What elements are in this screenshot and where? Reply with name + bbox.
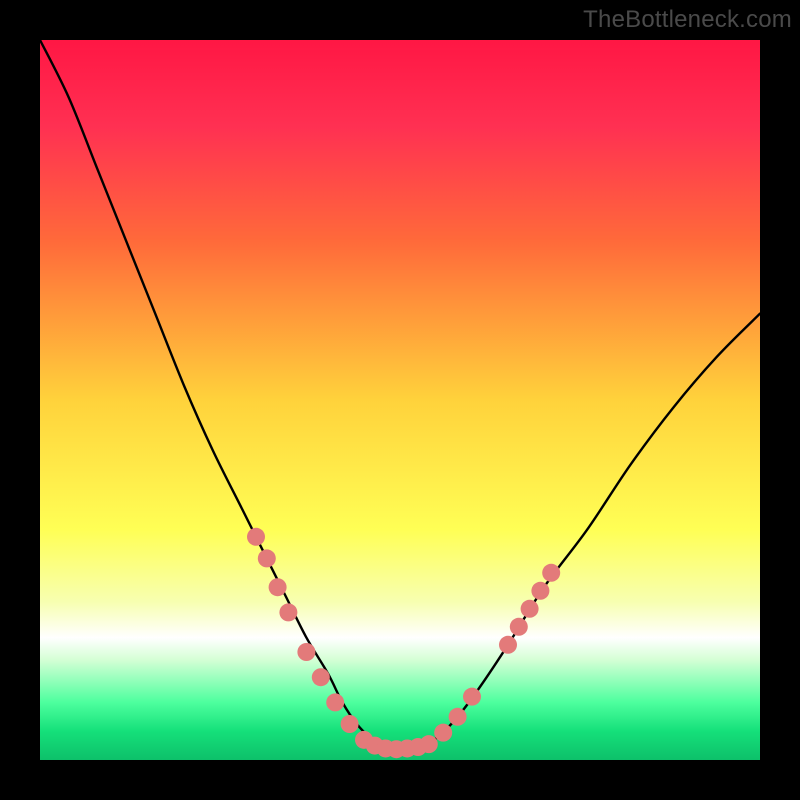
data-marker <box>312 668 330 686</box>
data-marker <box>297 643 315 661</box>
gradient-background <box>40 40 760 760</box>
data-marker <box>542 564 560 582</box>
chart-stage: TheBottleneck.com <box>0 0 800 800</box>
data-marker <box>326 693 344 711</box>
data-marker <box>279 603 297 621</box>
data-marker <box>434 724 452 742</box>
data-marker <box>420 735 438 753</box>
plot-area <box>40 40 760 760</box>
data-marker <box>341 715 359 733</box>
data-marker <box>269 578 287 596</box>
data-marker <box>499 636 517 654</box>
data-marker <box>521 600 539 618</box>
data-marker <box>531 582 549 600</box>
watermark-text: TheBottleneck.com <box>583 6 792 34</box>
data-marker <box>247 528 265 546</box>
data-marker <box>510 618 528 636</box>
chart-svg <box>40 40 760 760</box>
data-marker <box>463 688 481 706</box>
data-marker <box>449 708 467 726</box>
data-marker <box>258 549 276 567</box>
